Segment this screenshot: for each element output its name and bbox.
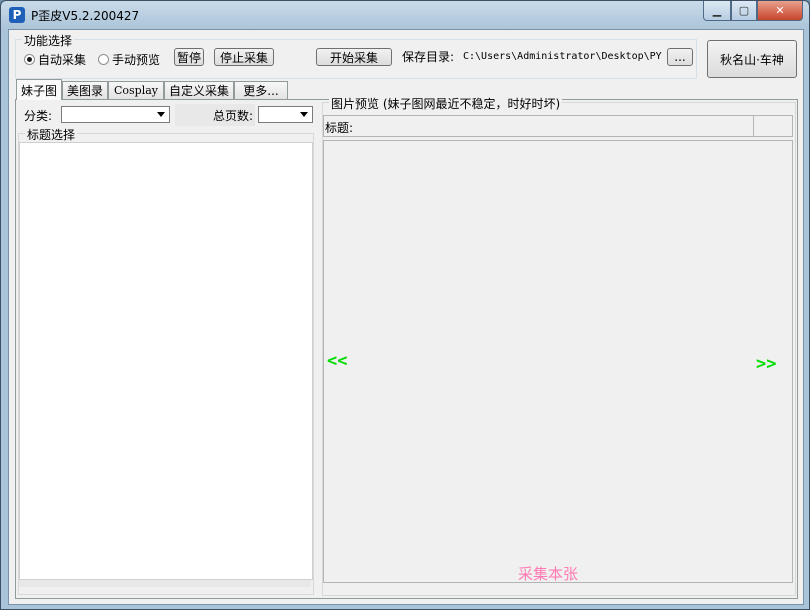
- image-preview-group-title: 图片预览 (妹子图网最近不稳定，时好时坏): [329, 95, 563, 112]
- chevron-down-icon: [300, 112, 308, 117]
- category-label: 分类:: [24, 109, 53, 123]
- tab-panel-meizitu: 分类: 总页数: 标题选择 图片预览 (妹子图网最近不稳定，时好时坏) 标题:: [15, 95, 798, 599]
- tab-more[interactable]: 更多...: [234, 81, 288, 99]
- auto-collect-radio[interactable]: 自动采集: [24, 51, 86, 68]
- main-window: P P歪皮V5.2.200427 ▁ ▢ ✕ 功能选择 自动采集 手动预览 暂停…: [0, 0, 810, 610]
- image-preview-group: 图片预览 (妹子图网最近不稳定，时好时坏) 标题: << >> 采集本张: [322, 95, 796, 596]
- pause-button[interactable]: 暂停: [174, 48, 204, 66]
- image-preview-area[interactable]: << >> 采集本张: [323, 140, 793, 583]
- tab-meizitu[interactable]: 妹子图: [16, 79, 62, 100]
- preview-title-label: 标题:: [325, 121, 354, 135]
- radio-checked-icon: [24, 54, 35, 65]
- title-select-group-title: 标题选择: [25, 126, 78, 143]
- window-title: P歪皮V5.2.200427: [31, 9, 140, 23]
- title-row-divider: [753, 116, 754, 136]
- title-list[interactable]: [19, 142, 313, 580]
- total-pages-select[interactable]: [258, 106, 313, 123]
- close-button[interactable]: ✕: [757, 1, 803, 21]
- client-area: 功能选择 自动采集 手动预览 暂停 停止采集 开始采集 保存目录: C:\Use…: [8, 29, 804, 605]
- tab-meitulu[interactable]: 美图录: [62, 81, 108, 99]
- maximize-button[interactable]: ▢: [731, 1, 757, 21]
- chevron-down-icon: [157, 112, 165, 117]
- prev-image-button[interactable]: <<: [327, 351, 347, 371]
- title-row: 标题:: [323, 115, 793, 137]
- horizontal-scrollbar[interactable]: [19, 579, 311, 587]
- tab-custom-collect[interactable]: 自定义采集: [164, 81, 234, 99]
- function-group: 功能选择 自动采集 手动预览 暂停 停止采集 开始采集 保存目录: C:\Use…: [15, 32, 697, 79]
- total-pages-label: 总页数:: [213, 109, 254, 123]
- start-collect-button[interactable]: 开始采集: [316, 48, 392, 66]
- title-select-group: 标题选择: [18, 126, 314, 595]
- manual-preview-label: 手动预览: [112, 53, 161, 67]
- save-dir-label: 保存目录:: [402, 50, 455, 64]
- collect-this-button[interactable]: 采集本张: [518, 563, 578, 584]
- save-dir-field[interactable]: C:\Users\Administrator\Desktop\PY: [463, 51, 663, 62]
- manual-preview-radio[interactable]: 手动预览: [98, 51, 160, 68]
- next-image-button[interactable]: >>: [756, 354, 776, 374]
- category-select[interactable]: [61, 106, 170, 123]
- auto-collect-label: 自动采集: [38, 53, 87, 67]
- title-bar[interactable]: P P歪皮V5.2.200427 ▁ ▢ ✕: [1, 1, 809, 29]
- minimize-button[interactable]: ▁: [703, 1, 731, 21]
- browse-button[interactable]: ...: [667, 48, 693, 66]
- author-button[interactable]: 秋名山·车神: [707, 40, 797, 78]
- app-icon: P: [9, 7, 25, 23]
- tab-cosplay[interactable]: Cosplay: [108, 81, 164, 99]
- radio-unchecked-icon: [98, 54, 109, 65]
- stop-collect-button[interactable]: 停止采集: [214, 48, 274, 66]
- function-group-title: 功能选择: [22, 32, 75, 49]
